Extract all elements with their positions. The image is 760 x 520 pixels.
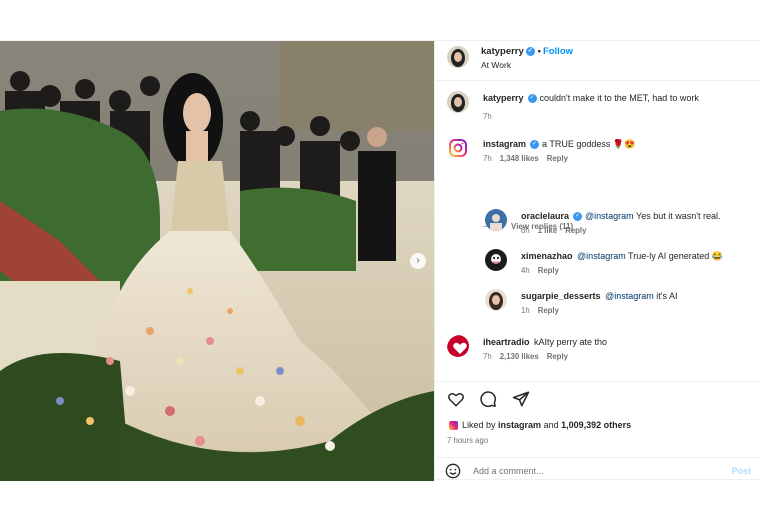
reply-body: it's AI [656,291,678,301]
instagram-mini-avatar [449,421,458,431]
liked-middle: and [543,420,559,430]
add-comment-bar: Post [435,457,760,482]
avatar[interactable] [447,335,469,357]
verified-icon: ✓ [527,94,537,104]
reply-username[interactable]: ximenazhao [521,251,573,261]
avatar[interactable] [447,137,469,159]
reply-body: Yes but it wasn't real. [636,211,721,221]
separator-dot: • [537,46,541,56]
comment-input[interactable] [473,463,723,479]
reply-button[interactable]: Reply [547,154,568,163]
comment-meta: 7h 1,348 likes Reply [483,154,576,163]
avatar[interactable] [447,91,469,113]
reply-meta: 4h Reply [521,266,567,275]
comment-time: 1h [521,306,530,315]
reply-item: ximenazhao @instagram True-ly AI generat… [485,249,755,285]
liked-prefix: Liked by [462,420,496,430]
post-location[interactable]: At Work [481,60,511,70]
verified-icon: ✓ [573,212,583,222]
comment-time: 6h [521,226,530,235]
reply-username[interactable]: sugarpie_desserts [521,291,601,301]
heart-icon[interactable] [447,390,467,410]
comment-body: kAIty perry ate tho [534,337,608,347]
post-header: katyperry ✓ • Follow At Work [435,41,760,81]
reply-text: oraclelaura ✓ @instagram Yes but it wasn't… [521,210,720,222]
verified-icon: ✓ [525,46,535,56]
comments-list: katyperry ✓ couldn't make it to the MET, h… [435,81,760,381]
reply-username[interactable]: oraclelaura [521,211,569,221]
chevron-right-icon: › [416,255,420,266]
caption-username[interactable]: katyperry [483,93,524,103]
avatar[interactable] [447,46,469,68]
comment-username[interactable]: iheartradio [483,337,530,347]
comment-time: 7h [483,154,492,163]
reply-text: ximenazhao @instagram True-ly AI generat… [521,250,723,262]
comment-text: iheartradio kAIty perry ate tho [483,336,607,348]
post-author: katyperry ✓ • Follow [481,46,573,57]
smile-icon[interactable] [445,463,461,479]
comment-username[interactable]: instagram [483,139,526,149]
mention-link[interactable]: @instagram [585,211,634,221]
gown-photo [0,41,434,481]
caption-body: couldn't make it to the MET, had to work [539,93,699,103]
caption: katyperry ✓ couldn't make it to the MET, h… [447,91,747,131]
comment-item: instagram ✓ a TRUE goddess 🌹😍 7h 1,348 like… [447,137,747,177]
carousel-dots [196,473,221,481]
instagram-post: › katyperry✓•Follow At Work katyperry [0,40,760,481]
reply-meta: 1h Reply [521,306,567,315]
avatar[interactable] [485,249,507,271]
reply-button[interactable]: Reply [538,306,559,315]
share-icon[interactable] [512,390,532,410]
post-actions: Liked by instagram and 1,009,392 others … [435,381,760,481]
reply-item: sugarpie_desserts @instagram it's AI 1h R… [485,289,755,325]
mention-link[interactable]: @instagram [605,291,654,301]
post-age: 7 hours ago [447,436,489,445]
post-image[interactable]: › [0,41,434,481]
follow-button[interactable]: Follow [543,46,573,57]
comment-time: 7h [483,112,492,121]
caption-meta: 7h [483,112,500,121]
reply-body: True-ly AI generated 😂 [628,251,723,261]
comment-likes[interactable]: 1 like [538,226,558,235]
avatar[interactable] [485,209,507,231]
reply-meta: 6h 1 like Reply [521,226,594,235]
mention-link[interactable]: @instagram [577,251,626,261]
comment-meta: 7h 2,130 likes Reply [483,352,576,361]
liked-count[interactable]: 1,009,392 others [561,420,631,430]
reply-item: oraclelaura ✓ @instagram Yes but it wasn't… [485,209,755,245]
action-icons [447,390,540,410]
iheartradio-logo [447,335,469,357]
verified-icon: ✓ [530,140,540,150]
comment-time: 4h [521,266,530,275]
caption-text: katyperry ✓ couldn't make it to the MET, h… [483,92,699,104]
avatar[interactable] [485,289,507,311]
comment-icon[interactable] [479,390,499,410]
comment-likes[interactable]: 2,130 likes [500,352,539,361]
reply-button[interactable]: Reply [565,226,586,235]
comment-item: iheartradio kAIty perry ate tho 7h 2,130 … [447,335,747,375]
comment-text: instagram ✓ a TRUE goddess 🌹😍 [483,138,635,150]
post-comment-button[interactable]: Post [731,466,751,476]
reply-button[interactable]: Reply [547,352,568,361]
author-username[interactable]: katyperry [481,46,524,57]
reply-text: sugarpie_desserts @instagram it's AI [521,290,677,302]
comment-likes[interactable]: 1,348 likes [500,154,539,163]
reply-button[interactable]: Reply [538,266,559,275]
comment-time: 7h [483,352,492,361]
comment-body: a TRUE goddess 🌹😍 [542,139,636,149]
liked-user[interactable]: instagram [498,420,541,430]
post-side-panel: katyperry ✓ • Follow At Work katyperry ✓ coul… [434,41,760,481]
likes-summary: Liked by instagram and 1,009,392 others [449,420,631,431]
next-image-button[interactable]: › [410,253,426,269]
